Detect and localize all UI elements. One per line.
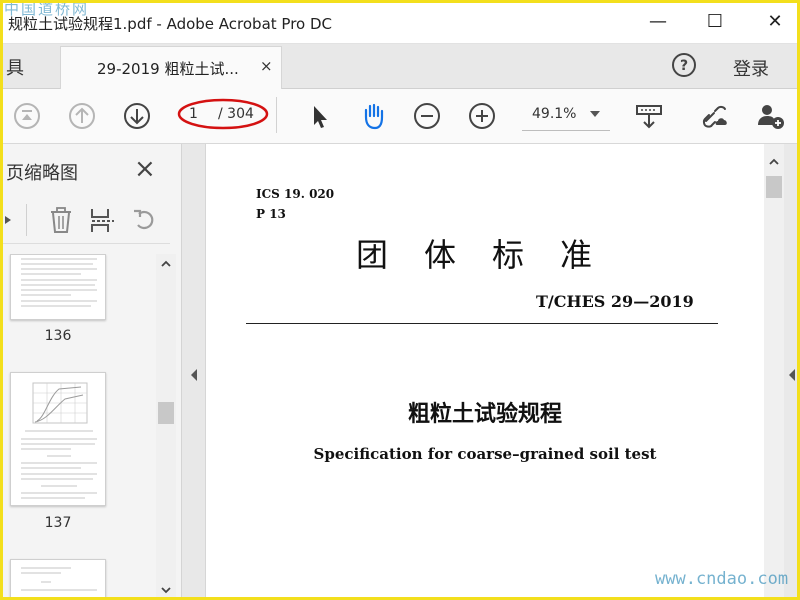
zoom-out-icon[interactable] <box>412 101 442 131</box>
thumbnail-page-label-137: 137 <box>44 515 72 531</box>
tab-tools[interactable]: 具 <box>6 54 24 80</box>
scroll-up-icon[interactable] <box>768 156 780 168</box>
page-navigator: 1 / 304 <box>177 98 269 130</box>
watermark-url: www.cndao.com <box>655 569 789 589</box>
document-title-cn: 粗粒土试验规程 <box>407 402 562 427</box>
ics-code: ICS 19. 020 <box>256 187 335 201</box>
panel-collapse-handle[interactable] <box>182 144 206 600</box>
document-viewer: ICS 19. 020 P 13 团体标准 T/CHES 29—2019 粗粒土… <box>206 144 800 600</box>
panel-scrollbar[interactable] <box>156 254 176 600</box>
zoom-dropdown[interactable]: 49.1% <box>522 99 610 131</box>
toolbar: 1 / 304 49.1% <box>0 89 800 144</box>
thumbnail-page-137[interactable] <box>10 372 106 506</box>
close-icon[interactable]: ✕ <box>760 8 790 36</box>
add-user-icon[interactable] <box>755 101 785 131</box>
thumbnail-chart-page <box>21 382 97 499</box>
tab-document[interactable]: 29-2019 粗粒土试... × <box>60 46 282 89</box>
previous-page-icon[interactable] <box>67 101 97 131</box>
right-pane-handle[interactable] <box>784 144 800 600</box>
maximize-icon[interactable]: ☐ <box>700 8 730 36</box>
thumbnail-text-lines <box>21 258 97 307</box>
zoom-value: 49.1% <box>532 106 577 122</box>
panel-title: 页缩略图 <box>6 163 78 184</box>
svg-text:?: ? <box>680 58 688 74</box>
header-rule <box>246 323 718 324</box>
minimize-icon[interactable]: — <box>643 8 673 36</box>
tab-close-button[interactable]: × <box>260 57 273 75</box>
window-title: 规粒土试验规程1.pdf - Adobe Acrobat Pro DC <box>8 15 333 33</box>
standard-code: T/CHES 29—2019 <box>536 292 694 311</box>
thumbnail-panel: 页缩略图 × 136 137 <box>0 144 182 600</box>
thumbnail-page-138[interactable] <box>10 559 106 600</box>
standard-type: 团体标准 <box>356 236 629 274</box>
select-arrow-icon[interactable] <box>305 101 335 131</box>
tab-bar: 具 29-2019 粗粒土试... × ? 登录 <box>0 44 800 89</box>
thumbnail-page-136[interactable] <box>10 254 106 320</box>
extract-pages-icon[interactable] <box>88 205 118 235</box>
panel-toolbar <box>0 196 170 244</box>
rotate-icon[interactable] <box>130 205 160 235</box>
document-scrollbar[interactable] <box>764 144 784 600</box>
title-bar: 中国道桥网 规粒土试验规程1.pdf - Adobe Acrobat Pro D… <box>0 0 800 44</box>
toolbar-divider <box>276 97 277 133</box>
first-page-icon[interactable] <box>12 101 42 131</box>
tab-document-label: 29-2019 粗粒土试... <box>97 60 239 78</box>
link-cloud-icon[interactable] <box>700 101 730 131</box>
panel-scroll-thumb[interactable] <box>158 402 174 424</box>
p-code: P 13 <box>256 207 286 221</box>
collapse-left-icon[interactable] <box>189 368 199 382</box>
delete-icon[interactable] <box>46 205 76 235</box>
pdf-page: ICS 19. 020 P 13 团体标准 T/CHES 29—2019 粗粒土… <box>206 144 764 600</box>
thumbnail-list: 136 137 <box>0 254 158 600</box>
thumbnail-text-lines <box>21 567 97 591</box>
chevron-down-icon <box>590 111 600 117</box>
hand-tool-icon[interactable] <box>358 101 388 131</box>
help-icon[interactable]: ? <box>670 51 698 79</box>
thumbnail-page-label-136: 136 <box>44 328 72 344</box>
fit-page-icon[interactable] <box>634 101 664 131</box>
zoom-in-icon[interactable] <box>467 101 497 131</box>
login-button[interactable]: 登录 <box>733 55 769 81</box>
panel-divider <box>26 204 27 236</box>
document-scroll-thumb[interactable] <box>766 176 782 198</box>
scroll-up-icon[interactable] <box>160 258 172 270</box>
document-title-en: Specification for coarse–grained soil te… <box>313 445 657 463</box>
options-dropdown-icon[interactable] <box>2 212 14 228</box>
scroll-down-icon[interactable] <box>160 584 172 596</box>
next-page-icon[interactable] <box>122 101 152 131</box>
highlight-ellipse <box>177 98 269 130</box>
expand-right-icon[interactable] <box>787 368 797 382</box>
panel-close-button[interactable]: × <box>134 154 156 184</box>
